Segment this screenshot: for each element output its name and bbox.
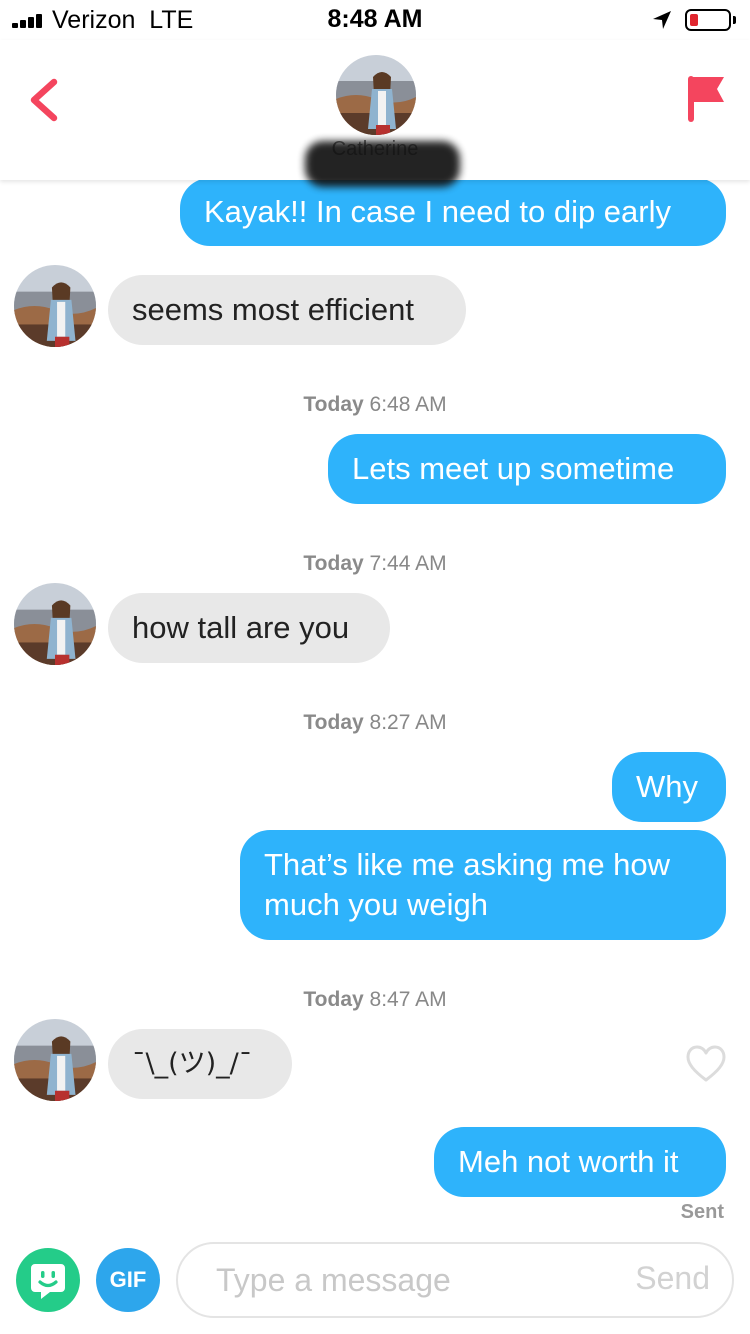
- match-avatar[interactable]: [336, 55, 416, 135]
- gif-button[interactable]: GIF: [96, 1248, 160, 1312]
- message-timestamp: Today 8:27 AM: [0, 711, 750, 735]
- profile-photo: [14, 1019, 96, 1101]
- timestamp-day: Today: [303, 988, 364, 1011]
- name-redaction-scribble: [305, 141, 460, 187]
- message-composer: Send: [176, 1242, 734, 1318]
- flag-icon: [688, 76, 724, 122]
- match-avatar-thumb[interactable]: [14, 583, 96, 665]
- location-arrow-icon: [653, 11, 671, 29]
- back-button[interactable]: [22, 74, 70, 126]
- delivery-status: Sent: [680, 1201, 724, 1223]
- timestamp-day: Today: [303, 393, 364, 416]
- sticker-button[interactable]: [16, 1248, 80, 1312]
- timestamp-time: 6:48 AM: [369, 393, 447, 416]
- message-timestamp: Today 7:44 AM: [0, 552, 750, 576]
- battery-icon: [685, 9, 731, 31]
- received-message[interactable]: ¯\_(ツ)_/¯: [108, 1029, 292, 1099]
- profile-photo: [14, 583, 96, 665]
- battery-level: [690, 14, 698, 26]
- like-heart-icon[interactable]: [686, 1045, 726, 1083]
- chevron-left-icon: [30, 78, 58, 122]
- sent-message[interactable]: Lets meet up sometime: [328, 434, 726, 504]
- status-time: 8:48 AM: [327, 5, 423, 33]
- match-avatar-thumb[interactable]: [14, 265, 96, 347]
- received-message[interactable]: seems most efficient: [108, 275, 466, 345]
- message-input[interactable]: [216, 1258, 596, 1302]
- profile-photo: [336, 55, 416, 135]
- timestamp-time: 8:47 AM: [369, 988, 447, 1011]
- chat-header: Catherine: [0, 40, 750, 187]
- report-flag-button[interactable]: [686, 74, 726, 124]
- battery-terminal: [733, 16, 736, 24]
- sticker-icon: [31, 1264, 65, 1299]
- timestamp-day: Today: [303, 711, 364, 734]
- status-bar: Verizon LTE 8:48 AM: [0, 0, 750, 40]
- profile-photo: [14, 265, 96, 347]
- message-timestamp: Today 6:48 AM: [0, 393, 750, 417]
- sent-message[interactable]: Kayak!! In case I need to dip early: [180, 178, 726, 246]
- timestamp-time: 7:44 AM: [369, 552, 447, 575]
- send-button[interactable]: Send: [635, 1260, 710, 1297]
- sent-message[interactable]: Meh not worth it: [434, 1127, 726, 1197]
- received-message[interactable]: how tall are you: [108, 593, 390, 663]
- sent-message[interactable]: Why: [612, 752, 726, 822]
- message-timestamp: Today 8:47 AM: [0, 988, 750, 1012]
- sent-message[interactable]: That’s like me asking me how much you we…: [240, 830, 726, 940]
- timestamp-day: Today: [303, 552, 364, 575]
- match-avatar-thumb[interactable]: [14, 1019, 96, 1101]
- timestamp-time: 8:27 AM: [369, 711, 447, 734]
